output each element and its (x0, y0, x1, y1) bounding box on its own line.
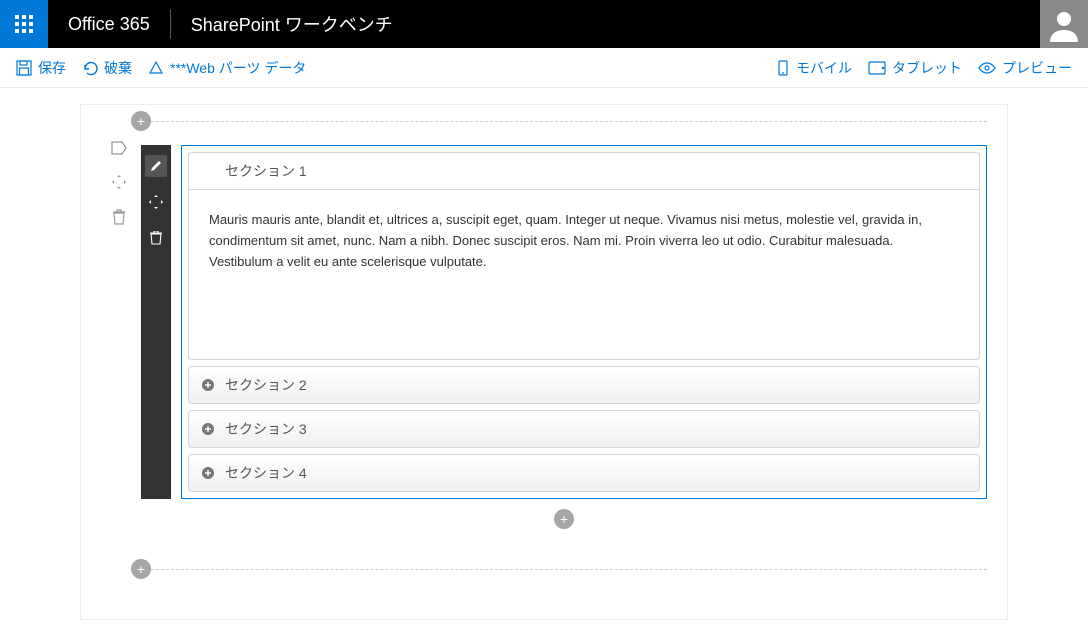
person-icon (1046, 6, 1082, 42)
mobile-view-button[interactable]: モバイル (776, 58, 852, 78)
tablet-view-button[interactable]: タブレット (868, 58, 962, 78)
move-icon (111, 174, 127, 190)
tablet-label: タブレット (892, 58, 962, 78)
command-bar: 保存 破棄 ***Web パーツ データ モバイル タブレット プレビュー (0, 48, 1088, 88)
add-section-button[interactable]: + (131, 111, 151, 131)
webpart-body: セクション 1 Mauris mauris ante, blandit et, … (181, 145, 987, 499)
suite-header: Office 365 SharePoint ワークベンチ (0, 0, 1088, 48)
waffle-icon (15, 15, 33, 33)
zone-delete-button[interactable] (112, 209, 126, 228)
label-icon (111, 141, 127, 155)
canvas-wrap: + (0, 88, 1088, 636)
discard-button[interactable]: 破棄 (82, 58, 132, 78)
save-icon (16, 60, 32, 76)
accordion-title: セクション 3 (225, 419, 307, 439)
add-section-bottom: + (141, 559, 987, 579)
preview-label: プレビュー (1002, 58, 1072, 78)
eye-icon (978, 62, 996, 74)
save-button[interactable]: 保存 (16, 58, 66, 78)
accordion-header[interactable]: セクション 3 (188, 410, 980, 448)
accordion-header[interactable]: セクション 1 (188, 152, 980, 190)
add-section-button[interactable]: + (131, 559, 151, 579)
app-name: SharePoint ワークベンチ (171, 11, 413, 37)
dashed-divider (141, 569, 987, 570)
undo-icon (82, 60, 98, 76)
selected-webpart: セクション 1 Mauris mauris ante, blandit et, … (141, 145, 987, 499)
wp-delete-button[interactable] (145, 227, 167, 249)
pencil-icon (149, 159, 163, 173)
save-label: 保存 (38, 58, 66, 78)
accordion-content: Mauris mauris ante, blandit et, ultrices… (188, 190, 980, 360)
zone-icon-button[interactable] (111, 141, 127, 158)
accordion-section-1: セクション 1 Mauris mauris ante, blandit et, … (188, 152, 980, 360)
accordion-section-3: セクション 3 (188, 410, 980, 448)
accordion-section-4: セクション 4 (188, 454, 980, 492)
zone-move-button[interactable] (111, 174, 127, 193)
plus-circle-icon (201, 378, 215, 392)
add-section-top: + (141, 111, 987, 131)
tablet-icon (868, 61, 886, 75)
wp-edit-button[interactable] (145, 155, 167, 177)
add-section-mid: + (141, 509, 987, 529)
webpart-data-button[interactable]: ***Web パーツ データ (148, 58, 306, 78)
accordion-title: セクション 2 (225, 375, 307, 395)
preview-button[interactable]: プレビュー (978, 58, 1072, 78)
webpart-tools (141, 145, 171, 499)
dashed-divider (141, 121, 987, 122)
office-title: Office 365 (48, 14, 170, 35)
accordion-header[interactable]: セクション 2 (188, 366, 980, 404)
plus-circle-icon (201, 422, 215, 436)
plus-circle-icon (201, 466, 215, 480)
zone-tools (107, 141, 131, 228)
canvas: + (80, 104, 1008, 620)
trash-icon (150, 231, 162, 245)
accordion-section-2: セクション 2 (188, 366, 980, 404)
app-launcher[interactable] (0, 0, 48, 48)
trash-icon (112, 209, 126, 225)
accordion-header[interactable]: セクション 4 (188, 454, 980, 492)
add-webpart-button[interactable]: + (554, 509, 574, 529)
mobile-label: モバイル (796, 58, 852, 78)
accordion-title: セクション 1 (225, 161, 307, 181)
mobile-icon (776, 60, 790, 76)
triangle-icon (148, 60, 164, 76)
wp-move-button[interactable] (145, 191, 167, 213)
accordion-title: セクション 4 (225, 463, 307, 483)
discard-label: 破棄 (104, 58, 132, 78)
move-icon (149, 195, 163, 209)
webpart-data-label: ***Web パーツ データ (170, 58, 306, 78)
user-avatar[interactable] (1040, 0, 1088, 48)
minus-circle-icon (201, 164, 215, 178)
